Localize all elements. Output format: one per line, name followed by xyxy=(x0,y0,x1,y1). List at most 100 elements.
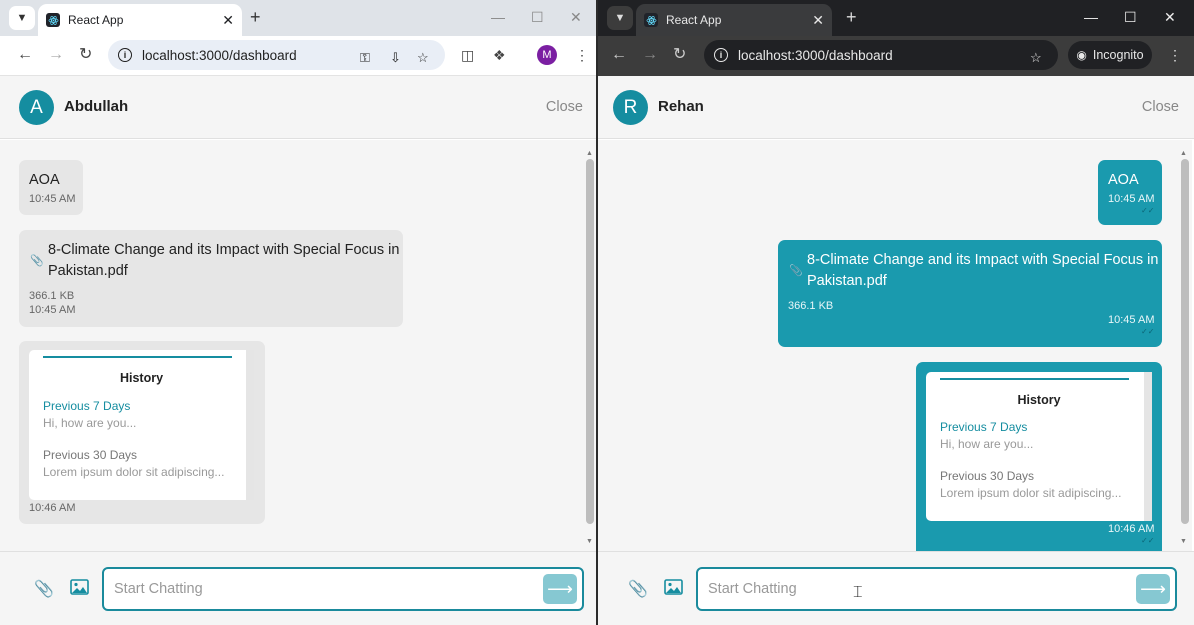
message-scrollbar[interactable]: ▲ ▼ xyxy=(1178,140,1192,551)
card-title: History xyxy=(119,371,164,385)
profile-avatar[interactable]: M xyxy=(537,45,557,65)
history-item[interactable]: Lorem ipsum dolor sit adipiscing... xyxy=(940,486,1121,500)
message-time: 10:45 AM xyxy=(1108,314,1155,326)
tab-title: React App xyxy=(68,13,124,27)
history-section-label: Previous 30 Days xyxy=(43,448,138,462)
minimize-button[interactable]: — xyxy=(491,9,505,25)
scroll-down-arrow-icon[interactable]: ▼ xyxy=(586,538,593,545)
close-window-button[interactable]: ✕ xyxy=(570,9,582,26)
card-title: History xyxy=(1017,393,1061,407)
message-text: AOA xyxy=(1108,172,1139,188)
install-app-icon[interactable]: ⇩ xyxy=(390,50,401,66)
message-bubble: AOA 10:45 AM ✓✓ xyxy=(1098,160,1162,225)
message-scrollbar[interactable]: ▲ ▼ xyxy=(584,140,596,551)
scroll-thumb[interactable] xyxy=(586,159,594,524)
paperclip-icon: 📎 xyxy=(30,255,44,267)
new-tab-button[interactable]: + xyxy=(250,8,261,26)
avatar: R xyxy=(613,90,648,125)
site-info-icon[interactable]: i xyxy=(118,48,132,62)
message-text: AOA xyxy=(29,172,60,188)
forward-button[interactable]: → xyxy=(642,47,658,63)
read-check-icon: ✓✓ xyxy=(1141,327,1155,336)
history-section-label: Previous 30 Days xyxy=(940,469,1035,483)
reading-list-icon[interactable]: ◫ xyxy=(461,48,474,62)
contact-name: Rehan xyxy=(658,98,704,115)
message-time: 10:46 AM xyxy=(29,502,76,514)
reload-button[interactable]: ↻ xyxy=(79,47,92,63)
tab-react-app[interactable]: React App ✕ xyxy=(636,4,832,36)
maximize-button[interactable]: ☐ xyxy=(1124,9,1137,26)
bookmark-star-icon[interactable]: ☆ xyxy=(417,50,429,66)
message-time: 10:45 AM xyxy=(1108,193,1155,205)
minimize-button[interactable]: — xyxy=(1084,9,1098,25)
image-icon[interactable] xyxy=(70,579,89,600)
history-item[interactable]: Hi, how are you... xyxy=(43,416,136,430)
password-key-icon[interactable]: ⚿ xyxy=(360,50,370,66)
tab-close-icon[interactable]: ✕ xyxy=(222,12,234,29)
close-chat-button[interactable]: Close xyxy=(1142,99,1179,115)
tab-react-app[interactable]: React App ✕ xyxy=(38,4,242,36)
history-card: History Previous 7 Days Hi, how are you.… xyxy=(926,372,1152,521)
browser-window-left: ▼ React App ✕ + — ☐ ✕ ← → ↻ i localhost:… xyxy=(0,0,598,625)
history-item[interactable]: Hi, how are you... xyxy=(940,437,1033,451)
url-text: localhost:3000/dashboard xyxy=(738,47,893,63)
back-button[interactable]: ← xyxy=(17,47,33,63)
chat-input-bar: 📎 ⟶ xyxy=(0,551,598,625)
paperclip-icon: 📎 xyxy=(789,265,803,277)
extensions-icon[interactable]: ❖ xyxy=(493,48,506,62)
new-tab-button[interactable]: + xyxy=(846,8,857,26)
reload-button[interactable]: ↻ xyxy=(673,47,686,63)
menu-icon[interactable]: ⋮ xyxy=(1168,48,1182,62)
chat-input[interactable] xyxy=(114,579,534,599)
file-message-bubble[interactable]: 📎 8-Climate Change and its Impact with S… xyxy=(778,240,1162,347)
tab-close-icon[interactable]: ✕ xyxy=(812,12,824,29)
address-bar[interactable]: i localhost:3000/dashboard ⚿ ⇩ ☆ xyxy=(108,40,445,70)
browser-window-right: ▼ React App ✕ + — ☐ ✕ ← → ↻ i localhost:… xyxy=(598,0,1194,625)
close-window-button[interactable]: ✕ xyxy=(1164,9,1176,26)
send-arrow-icon: ⟶ xyxy=(547,578,573,599)
forward-button[interactable]: → xyxy=(48,47,64,63)
tab-strip: ▼ React App ✕ + — ☐ ✕ xyxy=(0,0,598,36)
file-name-line1: 8-Climate Change and its Impact with Spe… xyxy=(48,242,400,258)
avatar: A xyxy=(19,90,54,125)
history-section-label[interactable]: Previous 7 Days xyxy=(43,399,130,413)
scroll-thumb[interactable] xyxy=(1181,159,1189,524)
card-scrollbar[interactable] xyxy=(1144,372,1152,521)
address-bar[interactable]: i localhost:3000/dashboard ☆ xyxy=(704,40,1058,70)
maximize-button[interactable]: ☐ xyxy=(531,9,544,26)
send-button[interactable]: ⟶ xyxy=(543,574,577,604)
read-check-icon: ✓✓ xyxy=(1141,206,1155,215)
tab-title: React App xyxy=(666,13,722,27)
history-section-label[interactable]: Previous 7 Days xyxy=(940,420,1027,434)
paperclip-icon[interactable]: 📎 xyxy=(34,579,54,599)
tab-search-button[interactable]: ▼ xyxy=(9,6,35,30)
scroll-up-arrow-icon[interactable]: ▲ xyxy=(1180,150,1187,157)
incognito-icon: ◉ xyxy=(1076,48,1087,62)
paperclip-icon[interactable]: 📎 xyxy=(628,579,648,599)
react-icon xyxy=(644,13,658,27)
read-check-icon: ✓✓ xyxy=(1141,536,1155,545)
chat-input-box: ⟶ xyxy=(102,567,584,611)
scroll-up-arrow-icon[interactable]: ▲ xyxy=(586,150,593,157)
bookmark-star-icon[interactable]: ☆ xyxy=(1030,50,1042,66)
file-size: 366.1 KB xyxy=(788,300,834,312)
file-name-line2: Pakistan.pdf xyxy=(48,263,128,279)
send-button[interactable]: ⟶ xyxy=(1136,574,1170,604)
image-icon[interactable] xyxy=(664,579,683,600)
tab-search-button[interactable]: ▼ xyxy=(607,6,633,30)
message-time: 10:45 AM xyxy=(29,193,76,205)
chat-input-bar: 📎 ⌶ ⟶ xyxy=(598,551,1194,625)
file-message-bubble[interactable]: 📎 8-Climate Change and its Impact with S… xyxy=(19,230,403,327)
history-item[interactable]: Lorem ipsum dolor sit adipiscing... xyxy=(43,465,224,479)
back-button[interactable]: ← xyxy=(611,47,627,63)
incognito-indicator[interactable]: ◉ Incognito xyxy=(1068,41,1152,69)
card-scrollbar[interactable] xyxy=(246,350,254,500)
text-cursor-icon: ⌶ xyxy=(853,584,863,601)
chat-input[interactable] xyxy=(708,579,1128,599)
site-info-icon[interactable]: i xyxy=(714,48,728,62)
contact-name: Abdullah xyxy=(64,98,129,115)
close-chat-button[interactable]: Close xyxy=(546,99,583,115)
scroll-down-arrow-icon[interactable]: ▼ xyxy=(1180,538,1187,545)
send-arrow-icon: ⟶ xyxy=(1140,578,1166,599)
menu-icon[interactable]: ⋮ xyxy=(575,48,589,62)
